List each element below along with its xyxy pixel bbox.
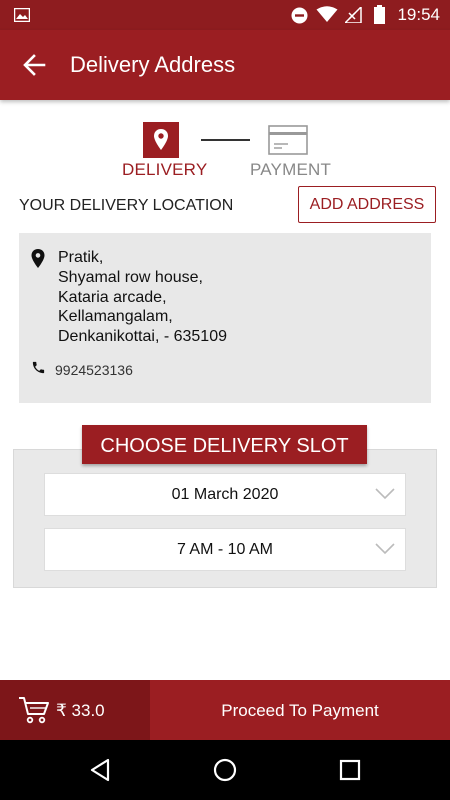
choose-slot-header: CHOOSE DELIVERY SLOT — [82, 425, 367, 464]
credit-card-icon — [268, 125, 308, 155]
delivery-location-title: YOUR DELIVERY LOCATION — [19, 197, 234, 214]
add-address-button[interactable]: ADD ADDRESS — [298, 186, 436, 223]
date-select[interactable]: 01 March 2020 — [44, 473, 406, 516]
time-slot-value: 7 AM - 10 AM — [176, 541, 274, 558]
no-signal-icon — [345, 7, 362, 23]
page-title: Delivery Address — [70, 52, 236, 77]
payment-step-icon — [268, 124, 308, 156]
bottom-bar: ₹ 33.0 Proceed To Payment — [0, 680, 450, 740]
address-line: Denkanikottai, - 635109 — [58, 328, 227, 346]
triangle-back-icon — [90, 758, 110, 782]
location-pin-icon — [154, 129, 168, 150]
address-line: Pratik, — [58, 249, 104, 266]
time-slot-select[interactable]: 7 AM - 10 AM — [44, 528, 406, 571]
back-button[interactable] — [18, 50, 52, 80]
nav-home-button[interactable] — [210, 755, 240, 785]
address-card[interactable]: Pratik, Shyamal row house, Kataria arcad… — [19, 233, 431, 403]
proceed-to-payment-button[interactable]: Proceed To Payment — [150, 680, 450, 740]
chevron-down-icon — [375, 543, 395, 555]
gallery-icon — [14, 8, 30, 22]
status-time: 19:54 — [397, 5, 440, 24]
address-text: Pratik, Shyamal row house, Kataria arcad… — [58, 248, 227, 347]
phone-number: 9924523136 — [55, 362, 133, 378]
circle-home-icon — [213, 758, 237, 782]
nav-recents-button[interactable] — [335, 755, 365, 785]
phone-icon — [32, 361, 45, 374]
square-recents-icon — [339, 759, 361, 781]
app-bar: Delivery Address — [0, 30, 450, 100]
date-value: 01 March 2020 — [171, 486, 279, 503]
step-delivery-label: DELIVERY — [122, 160, 208, 179]
arrow-left-icon — [23, 54, 46, 76]
wifi-icon — [316, 6, 338, 22]
battery-icon — [374, 5, 385, 24]
address-line: Kataria arcade, — [58, 288, 167, 306]
chevron-down-icon — [375, 488, 395, 500]
status-bar: 19:54 — [0, 0, 450, 30]
stepper-connector — [201, 139, 250, 141]
do-not-disturb-icon — [291, 7, 308, 24]
cart-total: ₹ 33.0 — [56, 701, 105, 720]
step-payment-label: PAYMENT — [250, 160, 332, 179]
system-nav-bar — [0, 740, 450, 800]
cart-icon — [19, 697, 49, 724]
cart-summary[interactable]: ₹ 33.0 — [0, 680, 150, 740]
nav-back-button[interactable] — [86, 755, 116, 785]
address-line: Shyamal row house, — [58, 268, 203, 286]
delivery-step-icon — [143, 122, 179, 158]
location-pin-icon — [31, 249, 45, 268]
address-line: Kellamangalam, — [58, 308, 173, 326]
